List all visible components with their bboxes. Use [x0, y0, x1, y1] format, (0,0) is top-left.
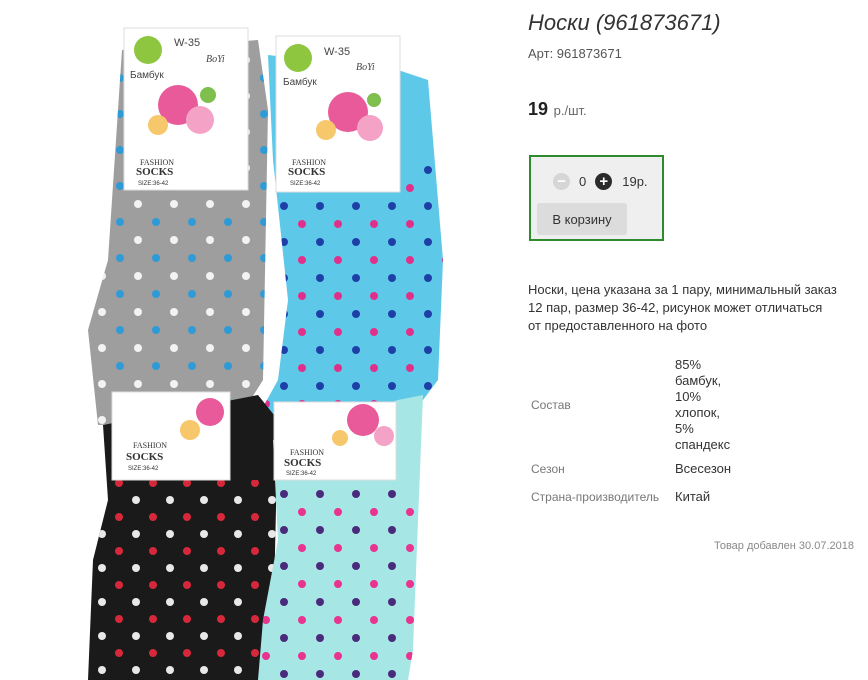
product-tag: FASHION SOCKS SIZE:36-42: [273, 401, 397, 481]
product-sku: Арт: 961873671: [528, 46, 622, 61]
product-price: 19 р./шт.: [528, 99, 587, 120]
price-value: 19: [528, 99, 549, 119]
price-unit: р./шт.: [553, 103, 587, 118]
composition-line: хлопок,: [675, 405, 721, 420]
attr-label-country: Страна-производитель: [531, 490, 660, 504]
product-tag: FASHION SOCKS SIZE:36-42: [111, 391, 231, 481]
product-title: Носки (961873671): [528, 10, 721, 35]
tag-code: W-35: [324, 46, 350, 58]
quantity-stepper: − 0 + 19р.: [553, 173, 648, 190]
attr-value-season: Всесезон: [675, 461, 732, 476]
tag-line1: FASHION: [290, 448, 324, 457]
quantity-value[interactable]: 0: [579, 174, 586, 189]
product-description: Носки, цена указана за 1 пару, минимальн…: [528, 282, 837, 333]
buy-box: − 0 + 19р. В корзину: [529, 155, 664, 241]
tag-line1: FASHION: [133, 441, 167, 450]
attr-label-season: Сезон: [531, 462, 565, 476]
date-added: Товар добавлен 30.07.2018: [713, 540, 854, 552]
attr-value-country: Китай: [675, 489, 711, 504]
composition-line: 5%: [675, 421, 694, 436]
composition-line: бамбук,: [675, 373, 722, 388]
tag-line2: SOCKS: [288, 166, 325, 178]
tag-line2: SOCKS: [284, 457, 321, 469]
composition-line: 10%: [675, 389, 702, 404]
minus-circle-icon[interactable]: −: [553, 173, 570, 190]
plus-circle-icon[interactable]: +: [595, 173, 613, 190]
tag-line2: SOCKS: [126, 451, 163, 463]
tag-brand: BoYi: [356, 62, 375, 73]
add-to-cart-button[interactable]: В корзину: [537, 203, 627, 235]
tag-size: SIZE:36-42: [286, 471, 317, 477]
tag-size: SIZE:36-42: [128, 466, 159, 472]
tag-material: Бамбук: [283, 76, 317, 88]
attr-value-composition: 85% бамбук, 10% хлопок, 5% спандекс: [675, 357, 730, 453]
tag-brand: BoYi: [206, 54, 225, 65]
tag-code: W-35: [174, 37, 200, 49]
attr-label-composition: Состав: [531, 398, 571, 412]
tag-material: Бамбук: [130, 69, 164, 81]
tag-size: SIZE:36-42: [290, 181, 321, 187]
product-tag: W-35 BoYi Бамбук FASHION SOCKS SIZE:36-4…: [123, 27, 249, 191]
tag-size: SIZE:36-42: [138, 181, 169, 187]
tag-line2: SOCKS: [136, 166, 173, 178]
product-photo[interactable]: W-35 BoYi Бамбук FASHION SOCKS SIZE:36-4…: [78, 0, 498, 680]
quantity-total: 19р.: [622, 174, 648, 189]
composition-line: спандекс: [675, 437, 731, 452]
product-tag: W-35 BoYi Бамбук FASHION SOCKS SIZE:36-4…: [275, 35, 401, 193]
composition-line: 85%: [675, 357, 702, 372]
